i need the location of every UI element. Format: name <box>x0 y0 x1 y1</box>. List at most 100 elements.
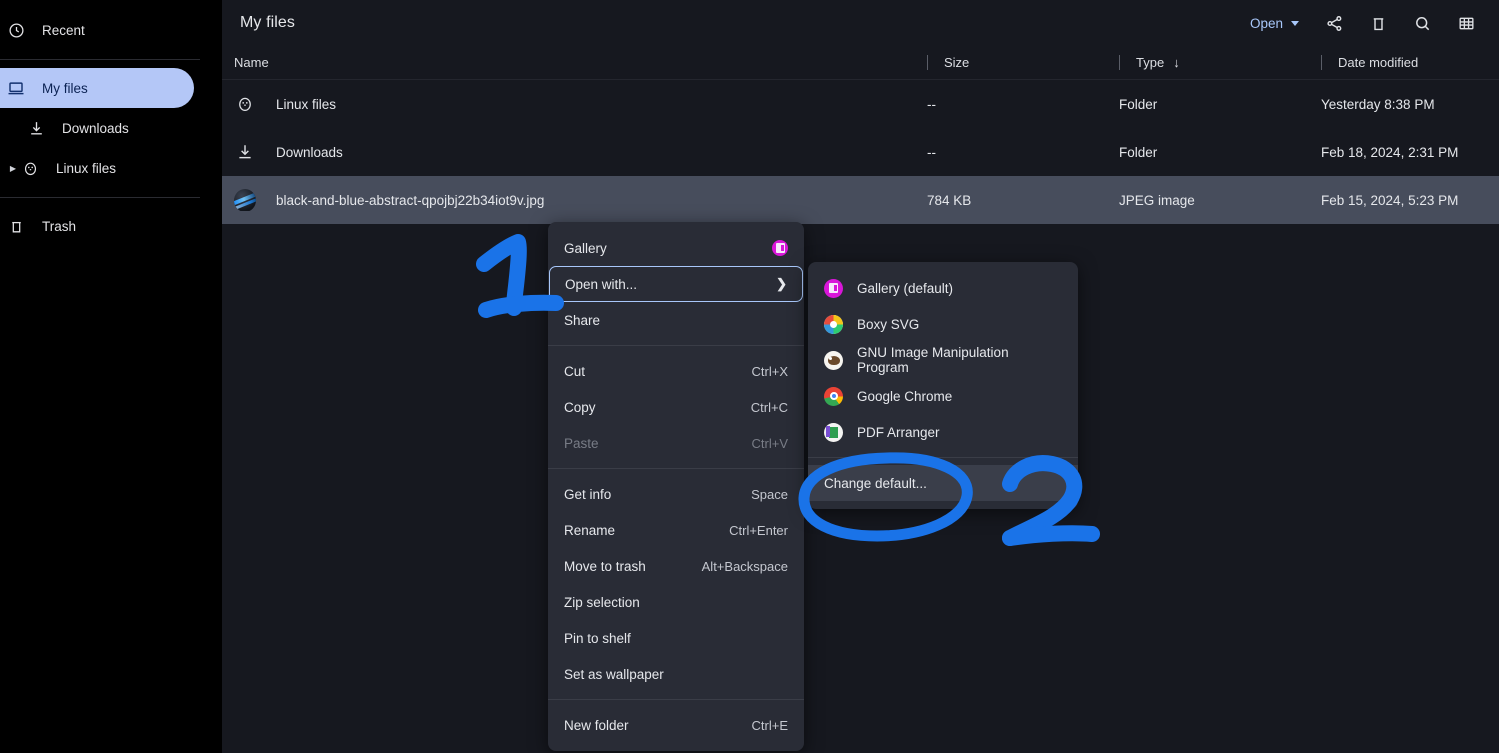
menu-item-get-info[interactable]: Get info Space <box>548 476 804 512</box>
column-header-label: Type <box>1136 55 1165 70</box>
submenu-item-label: PDF Arranger <box>857 424 940 440</box>
submenu-item-gallery-default[interactable]: Gallery (default) <box>808 270 1078 306</box>
column-header-label: Name <box>234 55 269 70</box>
menu-item-shortcut: Ctrl+X <box>751 363 788 379</box>
sidebar-divider-2 <box>0 197 200 198</box>
chevron-right-icon: ❯ <box>776 276 787 291</box>
menu-item-pin-to-shelf[interactable]: Pin to shelf <box>548 620 804 656</box>
menu-item-label: Cut <box>564 363 586 379</box>
menu-item-label: Copy <box>564 399 596 415</box>
column-header-size[interactable]: Size <box>927 46 1119 79</box>
menu-item-shortcut: Ctrl+V <box>751 435 788 451</box>
submenu-item-gimp[interactable]: GNU Image Manipulation Program <box>808 342 1078 378</box>
chevron-down-icon[interactable] <box>1291 20 1299 26</box>
table-row[interactable]: Linux files -- Folder Yesterday 8:38 PM <box>222 80 1499 128</box>
column-header-date-modified[interactable]: Date modified <box>1321 46 1499 79</box>
column-header-name[interactable]: Name <box>222 46 927 79</box>
share-icon[interactable] <box>1315 4 1353 42</box>
sidebar-top-gap <box>0 0 222 10</box>
cell-type: JPEG image <box>1119 192 1195 208</box>
menu-item-label: New folder <box>564 717 629 733</box>
image-thumbnail <box>234 189 256 211</box>
cell-size: -- <box>927 144 936 160</box>
submenu-item-google-chrome[interactable]: Google Chrome <box>808 378 1078 414</box>
clock-icon <box>6 20 26 40</box>
pdf-arranger-app-icon <box>824 422 843 442</box>
search-icon[interactable] <box>1403 4 1441 42</box>
column-divider[interactable] <box>927 55 928 70</box>
chrome-app-icon <box>824 386 843 406</box>
sidebar-item-label: Linux files <box>56 160 117 176</box>
menu-item-paste: Paste Ctrl+V <box>548 425 804 461</box>
menu-item-shortcut: Alt+Backspace <box>701 558 788 574</box>
menu-item-move-to-trash[interactable]: Move to trash Alt+Backspace <box>548 548 804 584</box>
penguin-icon <box>20 158 40 178</box>
menu-item-label: Share <box>564 312 601 328</box>
open-with-submenu: Gallery (default) Boxy SVG GNU Image Man… <box>808 262 1078 509</box>
sidebar-item-label: Recent <box>42 22 85 38</box>
submenu-item-label: Google Chrome <box>857 388 953 404</box>
files-app-window: Recent My files Downloads ▶ Linux files … <box>0 0 1499 753</box>
sort-descending-icon[interactable]: ↓ <box>1173 55 1180 70</box>
laptop-icon <box>6 78 26 98</box>
menu-item-share[interactable]: Share <box>548 302 804 338</box>
menu-item-rename[interactable]: Rename Ctrl+Enter <box>548 512 804 548</box>
column-headers: Name Size Type ↓ Date modified <box>222 46 1499 80</box>
cell-date-modified: Yesterday 8:38 PM <box>1321 96 1435 112</box>
menu-item-new-folder[interactable]: New folder Ctrl+E <box>548 707 804 743</box>
menu-divider <box>548 345 804 346</box>
menu-item-label: Pin to shelf <box>564 630 631 646</box>
open-button[interactable]: Open <box>1240 11 1309 36</box>
delete-icon[interactable] <box>1359 4 1397 42</box>
menu-item-shortcut: Ctrl+E <box>751 717 788 733</box>
submenu-item-label: Boxy SVG <box>857 316 920 332</box>
sidebar-item-downloads[interactable]: Downloads <box>0 108 222 148</box>
download-icon <box>26 118 46 138</box>
column-header-label: Date modified <box>1338 55 1419 70</box>
view-grid-icon[interactable] <box>1447 4 1485 42</box>
menu-item-label: Open with... <box>565 276 638 292</box>
file-name: black-and-blue-abstract-qpojbj22b34iot9v… <box>276 192 545 208</box>
sidebar-item-linux-files[interactable]: ▶ Linux files <box>0 148 222 188</box>
menu-item-set-as-wallpaper[interactable]: Set as wallpaper <box>548 656 804 692</box>
trash-icon <box>6 216 26 236</box>
submenu-divider <box>808 457 1078 458</box>
menu-item-zip-selection[interactable]: Zip selection <box>548 584 804 620</box>
gimp-app-icon <box>824 350 843 370</box>
menu-divider <box>548 699 804 700</box>
menu-item-copy[interactable]: Copy Ctrl+C <box>548 389 804 425</box>
submenu-item-label: GNU Image Manipulation Program <box>857 345 1009 375</box>
menu-item-open-with[interactable]: Open with... ❯ <box>549 266 803 302</box>
sidebar-item-my-files[interactable]: My files <box>0 68 194 108</box>
submenu-item-label: Gallery (default) <box>857 280 954 296</box>
submenu-item-label: Change default... <box>824 475 927 491</box>
column-divider[interactable] <box>1321 55 1322 70</box>
download-icon <box>234 141 256 163</box>
gallery-app-icon <box>824 278 843 298</box>
chevron-right-icon[interactable]: ▶ <box>6 164 20 173</box>
open-button-label: Open <box>1249 15 1283 31</box>
file-name: Downloads <box>276 144 343 160</box>
submenu-item-pdf-arranger[interactable]: PDF Arranger <box>808 414 1078 450</box>
context-menu: Gallery Open with... ❯ Share Cut Ctrl+X … <box>548 222 804 751</box>
submenu-item-boxy-svg[interactable]: Boxy SVG <box>808 306 1078 342</box>
cell-name: Downloads <box>222 141 927 163</box>
menu-item-shortcut: Ctrl+C <box>750 399 788 415</box>
sidebar-item-trash[interactable]: Trash <box>0 206 222 246</box>
menu-item-label: Gallery <box>564 240 607 256</box>
table-row[interactable]: black-and-blue-abstract-qpojbj22b34iot9v… <box>222 176 1499 224</box>
boxy-svg-app-icon <box>824 314 843 334</box>
sidebar: Recent My files Downloads ▶ Linux files … <box>0 0 222 753</box>
table-row[interactable]: Downloads -- Folder Feb 18, 2024, 2:31 P… <box>222 128 1499 176</box>
sidebar-item-recent[interactable]: Recent <box>0 10 222 50</box>
file-name: Linux files <box>276 96 337 112</box>
menu-item-gallery[interactable]: Gallery <box>548 230 804 266</box>
submenu-item-change-default[interactable]: Change default... <box>808 465 1078 501</box>
sidebar-item-label: Downloads <box>62 120 129 136</box>
column-header-type[interactable]: Type ↓ <box>1119 46 1321 79</box>
cell-size: 784 KB <box>927 192 972 208</box>
toolbar: My files Open <box>222 0 1499 46</box>
menu-item-cut[interactable]: Cut Ctrl+X <box>548 353 804 389</box>
column-divider[interactable] <box>1119 55 1120 70</box>
menu-item-label: Zip selection <box>564 594 640 610</box>
